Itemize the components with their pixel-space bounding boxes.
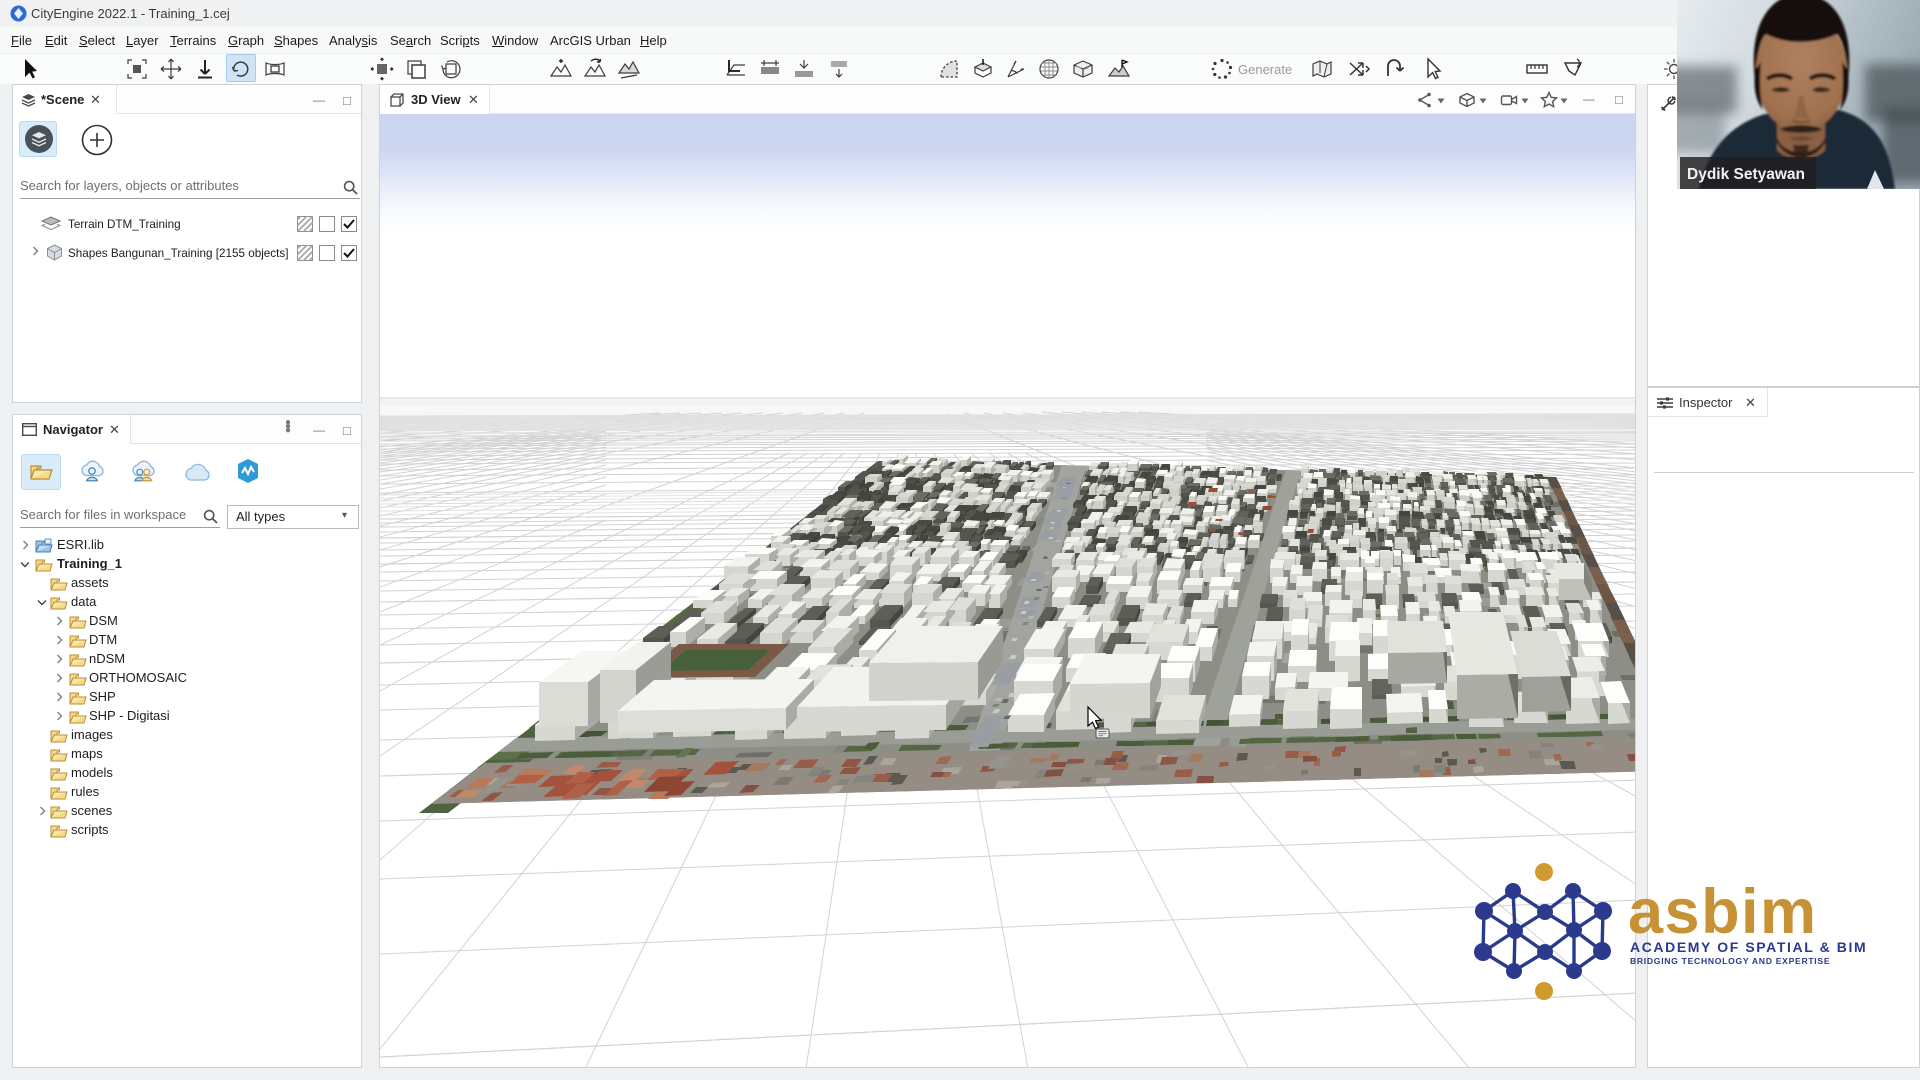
svg-text:ACADEMY OF SPATIAL & BIM: ACADEMY OF SPATIAL & BIM	[1630, 939, 1867, 955]
svg-text:BRIDGING TECHNOLOGY AND EXPERT: BRIDGING TECHNOLOGY AND EXPERTISE	[1630, 956, 1830, 966]
svg-text:asbim: asbim	[1628, 877, 1818, 947]
svg-text:Dydik Setyawan: Dydik Setyawan	[1687, 166, 1805, 183]
